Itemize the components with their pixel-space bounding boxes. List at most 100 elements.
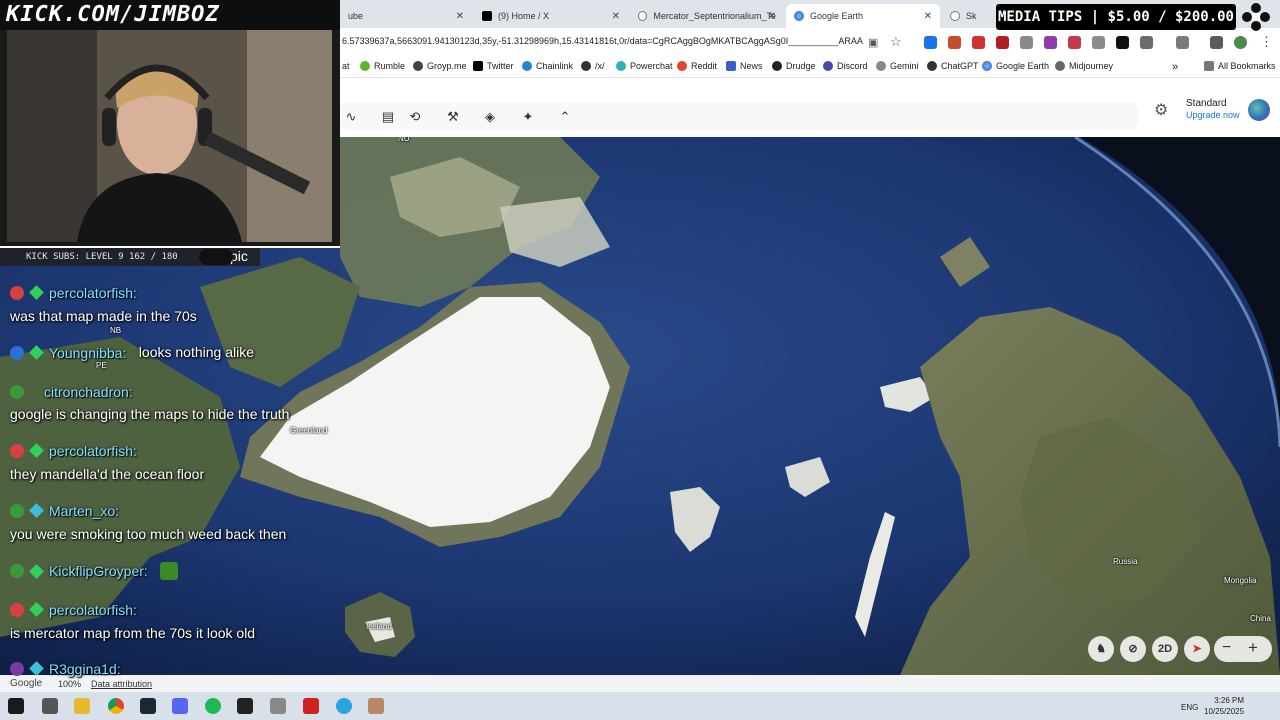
rumble-icon [360,61,370,71]
tab-label: Google Earth [810,11,864,21]
bookmark-midjourney[interactable]: Midjourney [1055,61,1113,71]
discord-icon[interactable] [172,698,188,714]
upgrade-link[interactable]: Upgrade now [1186,110,1240,120]
tab-x-home[interactable]: (9) Home / X ✕ [474,4,628,28]
install-icon[interactable]: ▣ [868,36,878,49]
bookmark-news[interactable]: News [726,61,763,71]
settings-gear-icon[interactable]: ⚙ [1154,100,1168,120]
chat-username[interactable]: percolatorfish: [49,285,137,301]
chat-message: percolatorfish: [10,442,137,460]
chat-username[interactable]: Youngnibba: [49,345,126,361]
close-icon[interactable]: ✕ [924,11,932,22]
close-icon[interactable]: ✕ [768,11,776,22]
all-bookmarks-folder[interactable]: All Bookmarks [1204,61,1276,71]
extension-icon[interactable] [1044,36,1057,49]
compass-button[interactable]: ➤ [1184,636,1210,662]
extension-icon[interactable] [996,36,1009,49]
layers-icon[interactable]: ◈ [482,109,498,125]
spotify-icon[interactable] [205,698,221,714]
2d-toggle-button[interactable]: 2D [1152,636,1178,662]
extension-icon[interactable] [924,36,937,49]
terminal-icon[interactable] [237,698,253,714]
close-icon[interactable]: ✕ [612,11,620,22]
zoom-controls: − + [1214,636,1272,662]
bookmark-item[interactable]: at [342,61,350,71]
extension-icon[interactable] [1068,36,1081,49]
data-attribution-link[interactable]: Data attribution [91,679,152,689]
windows-taskbar [0,692,1280,720]
extension-icon[interactable] [948,36,961,49]
app-icon[interactable] [270,698,286,714]
tab-label: Sk [966,11,977,21]
avatar[interactable] [1248,99,1270,121]
language-indicator[interactable]: ENG [1181,703,1198,712]
diamond-badge-icon [29,563,44,579]
bookmark-chainlink[interactable]: Chainlink [522,61,573,71]
bookmarks-overflow-chevron-icon[interactable]: » [1172,61,1178,73]
path-icon[interactable]: ∿ [343,109,359,125]
zoom-in-button[interactable]: + [1248,638,1258,658]
download-icon[interactable] [1210,36,1223,49]
search-icon[interactable] [42,698,58,714]
bookmark-star-icon[interactable]: ☆ [890,34,902,50]
bookmark-drudge[interactable]: Drudge [772,61,816,71]
chat-username[interactable]: KickflipGroyper: [49,563,148,579]
extension-icon[interactable] [1092,36,1105,49]
chat-username[interactable]: Marten_xo: [49,503,119,519]
bookmark-rumble[interactable]: Rumble [360,61,405,71]
bookmark-chatgpt[interactable]: ChatGPT [927,61,979,71]
bookmark-reddit[interactable]: Reddit [677,61,717,71]
clock-date: 10/25/2025 [1204,707,1245,716]
windows-start-icon[interactable] [8,698,24,714]
history-icon[interactable]: ⟲ [407,109,423,125]
tab-mercator[interactable]: Mercator_Septentrionalium_Te ✕ [630,4,784,28]
rotate-toggle-button[interactable]: ⊘ [1120,636,1146,662]
obs-icon[interactable] [303,698,319,714]
extension-icon[interactable] [1020,36,1033,49]
extension-icon[interactable] [972,36,985,49]
map-footer: Google 100% Data attribution [0,675,1280,692]
chat-username[interactable]: R3ggina1d: [49,661,121,677]
bookmark-gemini[interactable]: Gemini [876,61,919,71]
tab-google-earth[interactable]: Google Earth ✕ [786,4,940,28]
pegman-button[interactable]: ♞ [1088,636,1114,662]
bookmark-discord[interactable]: Discord [823,61,868,71]
bookmark-powerchat[interactable]: Powerchat [616,61,673,71]
chat-username[interactable]: percolatorfish: [49,602,137,618]
sparkle-icon[interactable]: ✦ [520,109,536,125]
x-icon [473,61,483,71]
label-china: China [1250,614,1271,623]
tab-wiki-sk[interactable]: Sk [942,4,996,28]
label-russia: Russia [1113,557,1138,566]
diamond-badge-icon [29,661,44,677]
tools-icon[interactable]: ⚒ [445,109,461,125]
split-view-icon[interactable] [1176,36,1189,49]
file-explorer-icon[interactable] [74,698,90,714]
chrome-icon[interactable] [108,698,124,714]
zoom-out-button[interactable]: − [1222,639,1231,657]
compass-icon: ➤ [1192,643,1202,655]
bookmark-groyp[interactable]: Groyp.me [413,61,467,71]
glasses-emote-icon [199,249,233,265]
x-extension-icon[interactable] [1116,36,1129,49]
menu-icon[interactable]: ⋮ [1260,34,1273,50]
puzzle-icon[interactable] [1140,36,1153,49]
chat-text: looks nothing alike [138,344,254,360]
chat-username[interactable]: percolatorfish: [49,443,137,459]
close-icon[interactable]: ✕ [456,11,464,22]
tab-youtube[interactable]: ube ✕ [340,4,472,28]
app-icon[interactable] [368,698,384,714]
bookmark-google-earth[interactable]: Google Earth [982,61,1049,71]
chat-message: citronchadron: [10,383,133,401]
url-field[interactable]: 6.57339637a,5663091.94130123d,35y,-51.31… [342,36,863,46]
steam-icon[interactable] [140,698,156,714]
x-icon [482,11,492,21]
chevron-up-icon[interactable]: ⌃ [557,109,573,125]
bookmark-x-board[interactable]: /x/ [581,61,605,71]
profile-icon[interactable] [1234,36,1247,49]
ruler-icon[interactable]: ▤ [380,109,396,125]
chat-username[interactable]: citronchadron: [44,384,133,400]
clock[interactable]: 3:26 PM 10/25/2025 [1204,695,1244,717]
telegram-icon[interactable] [336,698,352,714]
bookmark-twitter[interactable]: Twitter [473,61,514,71]
